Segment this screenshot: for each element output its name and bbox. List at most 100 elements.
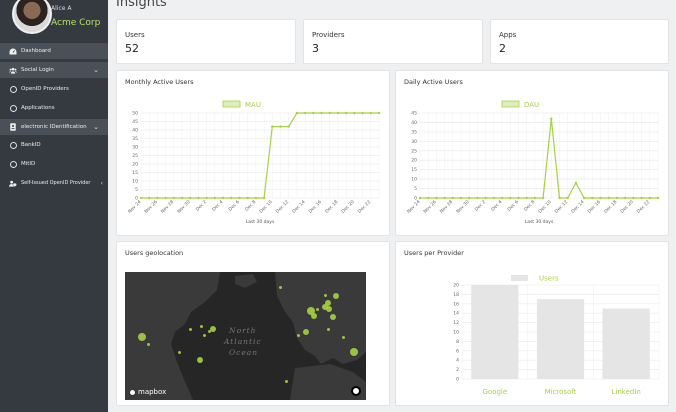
x-tick-label: Dec 10 xyxy=(258,199,274,215)
sidebar-item-self-issued-openid-provider[interactable]: Self-Issued OpenID Provider ‹ xyxy=(0,175,108,191)
data-point xyxy=(599,196,602,200)
data-point xyxy=(607,196,610,200)
sidebar-item-electronic-identification[interactable]: electronic IDentification ⌄ xyxy=(0,119,108,135)
chart-title: Users per Provider xyxy=(404,249,464,257)
data-point xyxy=(574,181,578,185)
data-point xyxy=(172,196,176,200)
geo-marker[interactable] xyxy=(324,293,328,297)
landmass xyxy=(125,272,366,400)
y-tick-label: 45 xyxy=(411,111,417,117)
stat-value: 2 xyxy=(499,42,506,55)
y-tick-label: 14 xyxy=(453,311,459,317)
data-point xyxy=(197,196,200,200)
geo-marker[interactable] xyxy=(209,325,216,332)
avatar[interactable] xyxy=(12,0,52,34)
ocean-label: Ocean xyxy=(229,348,259,357)
y-tick-label: 15 xyxy=(132,170,138,176)
geo-marker[interactable] xyxy=(296,334,300,338)
y-tick-label: 12 xyxy=(453,320,459,326)
x-tick-label: Dec 12 xyxy=(275,199,291,215)
data-point xyxy=(221,196,225,200)
x-tick-label: Nov 30 xyxy=(455,199,471,215)
stat-card-apps: Apps 2 xyxy=(490,19,669,64)
x-tick-label: Dec 20 xyxy=(619,199,635,215)
x-tick-label: Google xyxy=(482,388,507,396)
mapbox-logo[interactable]: mapbox xyxy=(129,388,166,396)
geo-marker[interactable] xyxy=(326,328,330,331)
x-tick-label: Dec 2 xyxy=(474,199,488,213)
x-tick-label: Dec 18 xyxy=(603,199,619,215)
sidebar-item-mitid[interactable]: MitID xyxy=(0,156,108,172)
sidebar-item-label: OpenID Providers xyxy=(21,86,69,92)
data-point xyxy=(213,196,217,200)
data-point xyxy=(443,196,446,200)
x-tick-label: Nov 28 xyxy=(439,199,455,215)
x-tick-label: Dec 6 xyxy=(506,199,520,213)
sidebar-item-openid-providers[interactable]: OpenID Providers xyxy=(0,81,108,97)
sidebar-item-bankid[interactable]: BankID xyxy=(0,137,108,153)
data-point xyxy=(427,196,430,200)
y-tick-label: 30 xyxy=(411,139,417,145)
data-point xyxy=(320,111,323,115)
user-shield-icon xyxy=(9,180,17,187)
geolocation-map[interactable]: North Atlantic Ocean mapbox xyxy=(125,272,366,400)
page-title: Insights xyxy=(116,0,167,10)
data-point xyxy=(156,196,159,200)
y-tick-label: 4 xyxy=(456,358,459,364)
dau-chart-card: Daily Active Users DAU 0 5 10 15 20 25 30 35 40 45… xyxy=(395,70,669,236)
sidebar-item-social-login[interactable]: Social Login ⌄ xyxy=(0,62,108,78)
mapbox-label: mapbox xyxy=(138,388,167,396)
x-tick-label: Nov 28 xyxy=(160,199,176,215)
data-point xyxy=(312,111,315,115)
sidebar-item-dashboard[interactable]: Dashboard xyxy=(0,43,108,59)
y-tick-label: 30 xyxy=(132,145,138,151)
dashboard-icon xyxy=(9,48,17,55)
data-point xyxy=(336,111,340,115)
sidebar-item-label: BankID xyxy=(21,142,41,148)
data-point xyxy=(640,196,643,200)
x-tick-label: Dec 16 xyxy=(586,199,602,215)
data-point xyxy=(328,111,331,115)
y-tick-label: 0 xyxy=(456,377,459,383)
chart-title: Monthly Active Users xyxy=(125,78,194,86)
x-axis-title: Last 30 days xyxy=(525,219,554,225)
data-point xyxy=(484,196,487,200)
sidebar-item-label: Applications xyxy=(21,105,55,111)
x-tick-label: Dec 18 xyxy=(324,199,340,215)
x-tick-label: LinkedIn xyxy=(611,388,640,396)
geo-marker[interactable] xyxy=(342,335,346,339)
data-point xyxy=(180,196,184,200)
y-tick-label: 18 xyxy=(453,292,459,298)
data-point xyxy=(525,196,528,200)
data-point xyxy=(262,196,266,200)
geo-marker[interactable] xyxy=(279,285,283,289)
x-tick-label: Nov 26 xyxy=(422,199,438,215)
y-tick-label: 10 xyxy=(411,177,417,183)
y-tick-label: 16 xyxy=(453,301,459,307)
data-point xyxy=(139,196,143,200)
stat-label: Providers xyxy=(312,31,345,39)
geo-marker[interactable] xyxy=(146,342,150,346)
bar xyxy=(536,299,585,379)
data-point xyxy=(517,196,520,200)
data-point xyxy=(246,196,249,200)
y-tick-label: 10 xyxy=(132,179,138,185)
y-tick-label: 5 xyxy=(135,187,138,193)
legend-label: Users xyxy=(539,275,559,283)
ocean-label: North xyxy=(229,326,257,335)
data-point xyxy=(418,196,422,200)
legend-label: MAU xyxy=(245,101,261,109)
geo-marker[interactable] xyxy=(200,324,204,328)
data-point xyxy=(558,196,561,200)
data-point xyxy=(615,196,619,200)
chart-title: Daily Active Users xyxy=(404,78,463,86)
data-point xyxy=(451,196,455,200)
sidebar-item-label: MitID xyxy=(21,161,36,167)
geo-marker[interactable] xyxy=(188,328,192,331)
x-axis-title: Last 30 days xyxy=(246,219,275,225)
info-icon[interactable] xyxy=(351,386,361,396)
data-point xyxy=(459,196,463,200)
stat-value: 52 xyxy=(125,42,139,55)
sidebar-item-applications[interactable]: Applications xyxy=(0,100,108,116)
legend-swatch xyxy=(222,100,241,108)
